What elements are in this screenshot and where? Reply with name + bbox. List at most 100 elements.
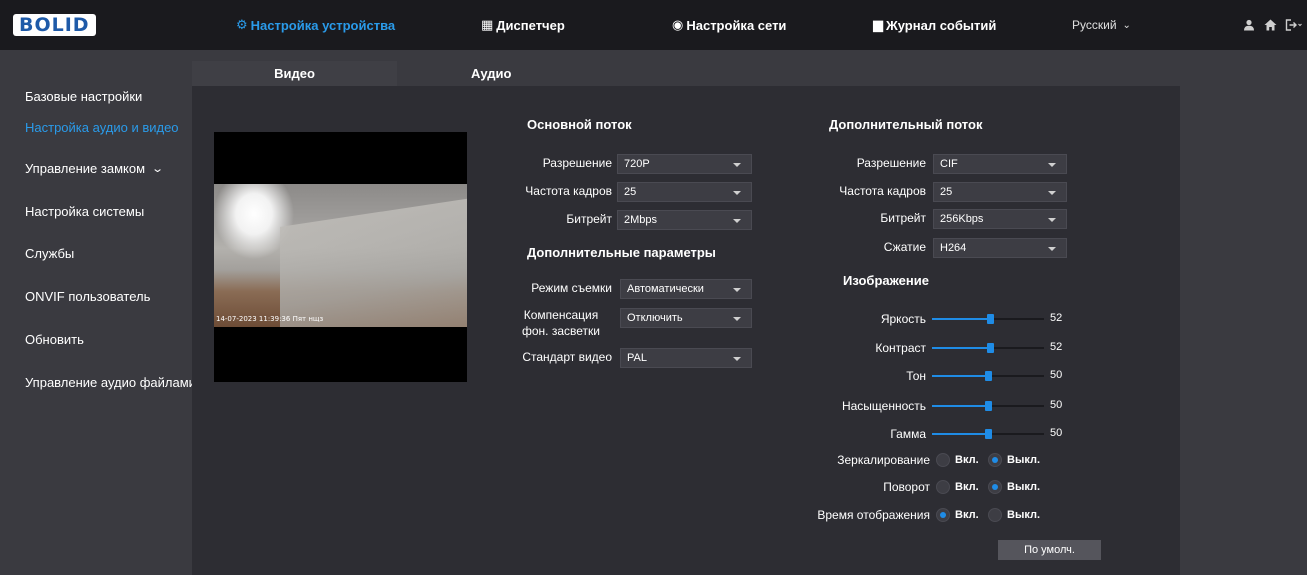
show-time-on-label: Вкл. (955, 509, 979, 521)
sub-resolution-select[interactable]: CIF (933, 154, 1067, 174)
preview-timestamp: 14-07-2023 11:39:36 Пят нщз (216, 315, 324, 323)
tab-audio[interactable]: Аудио (397, 61, 587, 86)
main-bitrate-label: Битрейт (566, 212, 612, 226)
slider-value: 50 (1050, 399, 1063, 411)
main-bitrate-select[interactable]: 2Mbps (617, 210, 752, 230)
shooting-mode-select[interactable]: Автоматически (620, 279, 752, 299)
select-value: PAL (627, 352, 647, 364)
bolid-logo[interactable]: BOLID (13, 12, 96, 38)
slider-value: 50 (1050, 427, 1063, 439)
select-value: 720P (624, 158, 650, 170)
globe-icon: ◉ (672, 17, 684, 32)
rotate-on-label: Вкл. (955, 481, 979, 493)
sidebar-item-services[interactable]: Службы (25, 246, 74, 261)
slider-knob[interactable] (985, 371, 992, 381)
sidebar-item-lock-control[interactable]: Управление замком ⌄ (25, 161, 164, 176)
slider-fill (932, 375, 988, 377)
nav-label: Настройка сети (686, 17, 787, 33)
slider-fill (932, 318, 991, 320)
mirror-on-radio[interactable] (936, 453, 950, 467)
shooting-mode-label: Режим съемки (531, 281, 612, 295)
grid-icon: ▦ (481, 17, 494, 32)
select-value: CIF (940, 158, 958, 170)
video-standard-select[interactable]: PAL (620, 348, 752, 368)
compression-select[interactable]: H264 (933, 238, 1067, 258)
tab-video[interactable]: Видео (192, 61, 397, 86)
image-slider[interactable] (932, 371, 1044, 381)
top-bar: BOLID ⚙ Настройка устройства ▦ Диспетчер… (0, 0, 1307, 50)
show-time-off-label: Выкл. (1007, 509, 1041, 521)
show-time-off-radio[interactable] (988, 508, 1002, 522)
slider-label: Контраст (875, 341, 926, 355)
video-preview: 14-07-2023 11:39:36 Пят нщз (214, 132, 467, 382)
sub-framerate-select[interactable]: 25 (933, 182, 1067, 202)
sub-bitrate-select[interactable]: 256Kbps (933, 209, 1067, 229)
image-slider[interactable] (932, 343, 1044, 353)
rotate-off-label: Выкл. (1007, 481, 1041, 493)
select-value: 25 (624, 186, 637, 198)
select-value: H264 (940, 242, 967, 254)
journal-icon: ▆ (873, 17, 883, 32)
slider-value: 52 (1050, 341, 1063, 353)
language-select[interactable]: Русский ⌄ (1072, 0, 1131, 50)
image-slider[interactable] (932, 314, 1044, 324)
mirror-off-radio[interactable] (988, 453, 1002, 467)
rotate-off-radio[interactable] (988, 480, 1002, 494)
nav-label: Журнал событий (886, 17, 997, 33)
slider-knob[interactable] (987, 343, 995, 353)
sub-stream-title: Дополнительный поток (829, 117, 983, 132)
sub-bitrate-label: Битрейт (880, 211, 926, 225)
nav-device-settings[interactable]: ⚙ Настройка устройства (236, 0, 395, 50)
chevron-down-icon (733, 191, 741, 195)
slider-value: 50 (1050, 369, 1063, 381)
backlight-select[interactable]: Отключить (620, 308, 752, 328)
slider-label: Яркость (880, 312, 926, 326)
slider-fill (932, 405, 988, 407)
camera-image-wall (280, 198, 467, 327)
language-label: Русский (1072, 18, 1117, 32)
select-value: 25 (940, 186, 953, 198)
gear-icon: ⚙ (236, 17, 248, 32)
image-slider[interactable] (932, 401, 1044, 411)
main-framerate-label: Частота кадров (525, 184, 612, 198)
select-value: Автоматически (627, 283, 704, 295)
home-icon[interactable] (1262, 15, 1278, 35)
sidebar-item-update[interactable]: Обновить (25, 332, 84, 347)
show-time-label: Время отображения (817, 508, 930, 522)
slider-fill (932, 433, 988, 435)
main-framerate-select[interactable]: 25 (617, 182, 752, 202)
image-slider[interactable] (932, 429, 1044, 439)
chevron-down-icon (1048, 191, 1056, 195)
user-icon[interactable] (1241, 15, 1257, 35)
main-resolution-select[interactable]: 720P (617, 154, 752, 174)
slider-knob[interactable] (987, 314, 995, 324)
rotate-on-radio[interactable] (936, 480, 950, 494)
slider-value: 52 (1050, 312, 1063, 324)
slider-knob[interactable] (985, 401, 992, 411)
sidebar-item-onvif-user[interactable]: ONVIF пользователь (25, 289, 150, 304)
sidebar-item-basic-settings[interactable]: Базовые настройки (25, 89, 142, 104)
sub-framerate-label: Частота кадров (839, 184, 926, 198)
camera-image: 14-07-2023 11:39:36 Пят нщз (214, 184, 467, 327)
show-time-on-radio[interactable] (936, 508, 950, 522)
slider-fill (932, 347, 991, 349)
sidebar-item-system-settings[interactable]: Настройка системы (25, 204, 144, 219)
select-value: Отключить (627, 312, 683, 324)
mirror-label: Зеркалирование (837, 453, 930, 467)
chevron-down-icon (1048, 163, 1056, 167)
chevron-down-icon (733, 163, 741, 167)
nav-network-settings[interactable]: ◉ Настройка сети (672, 0, 786, 50)
logout-icon[interactable] (1284, 15, 1304, 35)
nav-event-log[interactable]: ▆ Журнал событий (873, 0, 996, 50)
select-value: 2Mbps (624, 214, 658, 226)
rotate-label: Поворот (883, 480, 930, 494)
chevron-down-icon (733, 357, 741, 361)
sidebar-item-audio-video[interactable]: Настройка аудио и видео (25, 120, 179, 135)
select-value: 256Kbps (940, 213, 984, 225)
slider-knob[interactable] (985, 429, 992, 439)
main-stream-title: Основной поток (527, 117, 632, 132)
nav-dispatcher[interactable]: ▦ Диспетчер (481, 0, 565, 50)
sidebar-item-audio-files[interactable]: Управление аудио файлами (25, 375, 196, 390)
default-button[interactable]: По умолч. (998, 540, 1101, 560)
chevron-down-icon (733, 219, 741, 223)
